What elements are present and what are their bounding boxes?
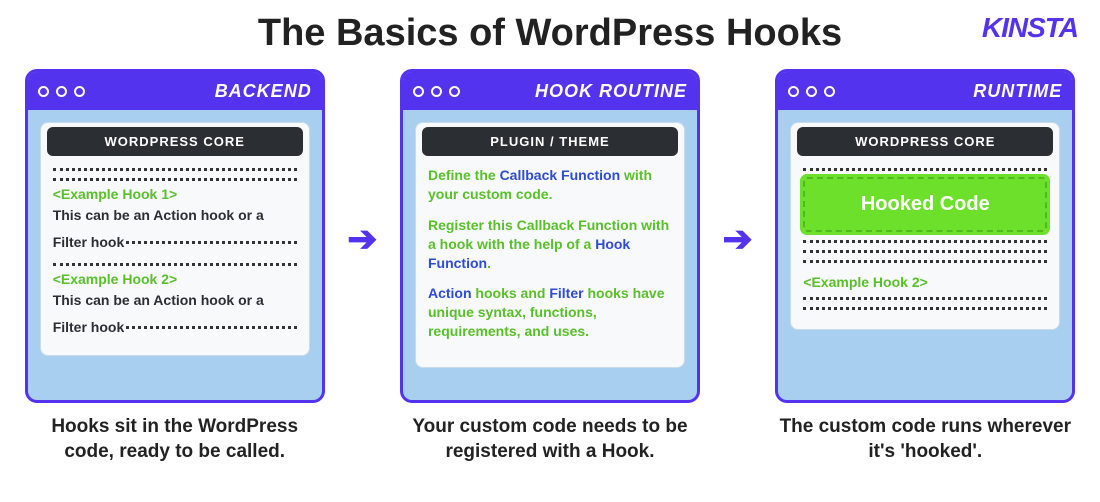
inner-header: PLUGIN / THEME bbox=[422, 127, 678, 156]
diagram-row: BACKEND WORDPRESS CORE <Example Hook 1> … bbox=[0, 69, 1100, 464]
code-line bbox=[803, 166, 1047, 171]
arrow-right-icon: ➔ bbox=[347, 218, 377, 260]
hook-desc: This can be an Action hook or a bbox=[53, 291, 297, 310]
routine-line-2: Register this Callback Function with a h… bbox=[428, 216, 672, 273]
routine-line-1: Define the Callback Function with your c… bbox=[428, 166, 672, 204]
titlebar-hook-routine: HOOK ROUTINE bbox=[403, 72, 697, 110]
window-dot-icon bbox=[824, 86, 835, 97]
code-line bbox=[803, 238, 1047, 243]
titlebar-label: RUNTIME bbox=[973, 81, 1062, 102]
window-dot-icon bbox=[431, 86, 442, 97]
window-backend: BACKEND WORDPRESS CORE <Example Hook 1> … bbox=[25, 69, 325, 403]
example-hook-1: <Example Hook 1> bbox=[53, 186, 297, 202]
hook-desc-tail: Filter hook bbox=[53, 318, 125, 337]
window-body: WORDPRESS CORE <Example Hook 1> This can… bbox=[28, 110, 322, 400]
window-dot-icon bbox=[413, 86, 424, 97]
window-dot-icon bbox=[449, 86, 460, 97]
action-term: Action bbox=[428, 285, 472, 301]
arrow-2: ➔ bbox=[713, 69, 763, 409]
text-fragment: Register this Callback Function with a h… bbox=[428, 217, 669, 252]
window-dot-icon bbox=[788, 86, 799, 97]
code-line bbox=[803, 305, 1047, 310]
inner-panel: WORDPRESS CORE Hooked Code <Example Hook… bbox=[790, 122, 1060, 330]
hook-desc-line: Filter hook bbox=[53, 314, 297, 341]
routine-line-3: Action hooks and Filter hooks have uniqu… bbox=[428, 284, 672, 341]
inner-header: WORDPRESS CORE bbox=[797, 127, 1053, 156]
window-body: PLUGIN / THEME Define the Callback Funct… bbox=[403, 110, 697, 400]
page-title: The Basics of WordPress Hooks bbox=[0, 0, 1100, 55]
callback-function-term: Callback Function bbox=[500, 167, 621, 183]
window-hook-routine: HOOK ROUTINE PLUGIN / THEME Define the C… bbox=[400, 69, 700, 403]
panel-caption: Your custom code needs to be registered … bbox=[400, 415, 700, 464]
panel-caption: Hooks sit in the WordPress code, ready t… bbox=[25, 415, 325, 464]
dotted-fill bbox=[126, 326, 296, 329]
titlebar-runtime: RUNTIME bbox=[778, 72, 1072, 110]
brand-logo: KINSTA bbox=[982, 12, 1078, 44]
window-runtime: RUNTIME WORDPRESS CORE Hooked Code <Exam… bbox=[775, 69, 1075, 403]
arrow-right-icon: ➔ bbox=[723, 218, 753, 260]
inner-header: WORDPRESS CORE bbox=[47, 127, 303, 156]
panel-hook-routine: HOOK ROUTINE PLUGIN / THEME Define the C… bbox=[395, 69, 704, 464]
hook-desc: This can be an Action hook or a bbox=[53, 206, 297, 225]
inner-panel: WORDPRESS CORE <Example Hook 1> This can… bbox=[40, 122, 310, 356]
hook-desc-tail: Filter hook bbox=[53, 233, 125, 252]
arrow-1: ➔ bbox=[337, 69, 387, 409]
titlebar-label: BACKEND bbox=[215, 81, 312, 102]
hooked-code-badge: Hooked Code bbox=[803, 177, 1047, 232]
code-line bbox=[803, 248, 1047, 253]
titlebar-label: HOOK ROUTINE bbox=[535, 81, 687, 102]
window-dot-icon bbox=[74, 86, 85, 97]
example-hook-2: <Example Hook 2> bbox=[53, 271, 297, 287]
text-fragment: hooks and bbox=[472, 285, 550, 301]
dotted-fill bbox=[126, 241, 296, 244]
window-body: WORDPRESS CORE Hooked Code <Example Hook… bbox=[778, 110, 1072, 400]
window-dot-icon bbox=[38, 86, 49, 97]
filter-term: Filter bbox=[549, 285, 583, 301]
code-line bbox=[53, 166, 297, 171]
hook-desc-line: Filter hook bbox=[53, 229, 297, 256]
text-fragment: Define the bbox=[428, 167, 500, 183]
window-dot-icon bbox=[56, 86, 67, 97]
example-hook-2: <Example Hook 2> bbox=[803, 274, 1047, 290]
code-line bbox=[803, 295, 1047, 300]
titlebar-backend: BACKEND bbox=[28, 72, 322, 110]
panel-caption: The custom code runs wherever it's 'hook… bbox=[775, 415, 1075, 464]
inner-panel: PLUGIN / THEME Define the Callback Funct… bbox=[415, 122, 685, 368]
text-fragment: . bbox=[487, 255, 491, 271]
code-line bbox=[803, 258, 1047, 263]
code-line bbox=[53, 261, 297, 266]
code-line bbox=[53, 176, 297, 181]
panel-backend: BACKEND WORDPRESS CORE <Example Hook 1> … bbox=[20, 69, 329, 464]
window-dot-icon bbox=[806, 86, 817, 97]
panel-runtime: RUNTIME WORDPRESS CORE Hooked Code <Exam… bbox=[771, 69, 1080, 464]
